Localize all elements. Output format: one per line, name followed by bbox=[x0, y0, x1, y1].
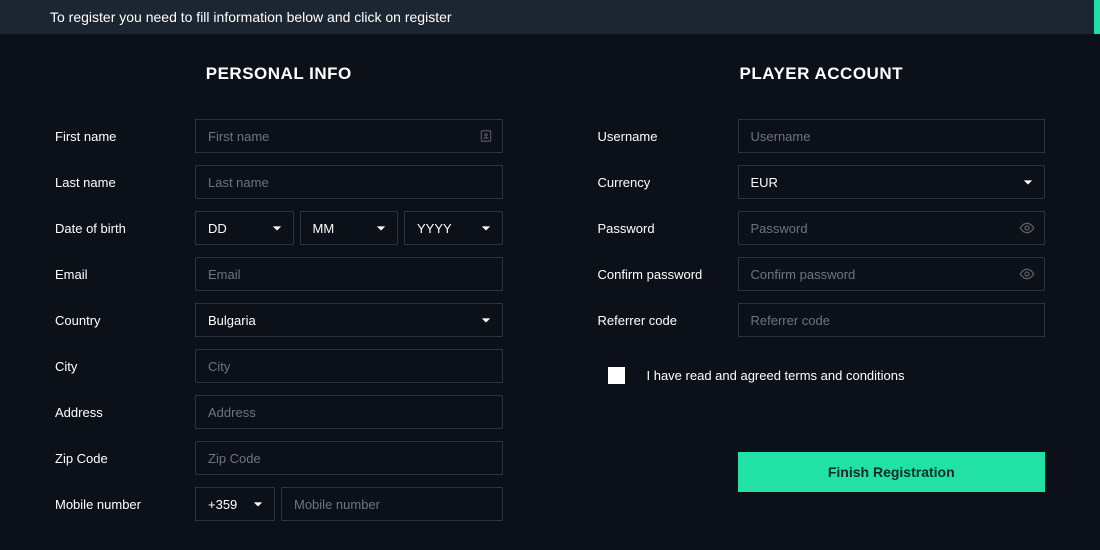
password-row: Password bbox=[598, 211, 1046, 245]
country-row: Country Bulgaria bbox=[55, 303, 503, 337]
contact-card-icon bbox=[479, 129, 493, 143]
first-name-row: First name bbox=[55, 119, 503, 153]
zip-label: Zip Code bbox=[55, 451, 195, 466]
first-name-label: First name bbox=[55, 129, 195, 144]
eye-icon[interactable] bbox=[1019, 266, 1035, 282]
personal-info-section: PERSONAL INFO First name Last name Date … bbox=[55, 64, 503, 533]
country-label: Country bbox=[55, 313, 195, 328]
last-name-input[interactable] bbox=[195, 165, 503, 199]
currency-label: Currency bbox=[598, 175, 738, 190]
mobile-code-select[interactable]: +359 bbox=[195, 487, 275, 521]
terms-row: I have read and agreed terms and conditi… bbox=[608, 367, 1046, 384]
mobile-number-input[interactable] bbox=[281, 487, 503, 521]
password-input[interactable] bbox=[738, 211, 1046, 245]
accent-edge bbox=[1094, 0, 1100, 34]
confirm-password-input[interactable] bbox=[738, 257, 1046, 291]
referrer-label: Referrer code bbox=[598, 313, 738, 328]
dob-month-select[interactable]: MM bbox=[300, 211, 399, 245]
referrer-row: Referrer code bbox=[598, 303, 1046, 337]
address-row: Address bbox=[55, 395, 503, 429]
username-label: Username bbox=[598, 129, 738, 144]
zip-row: Zip Code bbox=[55, 441, 503, 475]
username-input[interactable] bbox=[738, 119, 1046, 153]
city-input[interactable] bbox=[195, 349, 503, 383]
zip-input[interactable] bbox=[195, 441, 503, 475]
confirm-password-label: Confirm password bbox=[598, 267, 738, 282]
country-select[interactable]: Bulgaria bbox=[195, 303, 503, 337]
address-input[interactable] bbox=[195, 395, 503, 429]
personal-info-title: PERSONAL INFO bbox=[55, 64, 503, 84]
terms-checkbox[interactable] bbox=[608, 367, 625, 384]
instruction-text: To register you need to fill information… bbox=[50, 9, 452, 25]
address-label: Address bbox=[55, 405, 195, 420]
finish-registration-button[interactable]: Finish Registration bbox=[738, 452, 1046, 492]
currency-select[interactable]: EUR bbox=[738, 165, 1046, 199]
player-account-title: PLAYER ACCOUNT bbox=[598, 64, 1046, 84]
email-input[interactable] bbox=[195, 257, 503, 291]
referrer-input[interactable] bbox=[738, 303, 1046, 337]
last-name-label: Last name bbox=[55, 175, 195, 190]
confirm-password-row: Confirm password bbox=[598, 257, 1046, 291]
dob-day-select[interactable]: DD bbox=[195, 211, 294, 245]
instruction-bar: To register you need to fill information… bbox=[0, 0, 1100, 34]
dob-label: Date of birth bbox=[55, 221, 195, 236]
email-row: Email bbox=[55, 257, 503, 291]
mobile-label: Mobile number bbox=[55, 497, 195, 512]
email-label: Email bbox=[55, 267, 195, 282]
terms-label: I have read and agreed terms and conditi… bbox=[647, 368, 905, 383]
dob-year-select[interactable]: YYYY bbox=[404, 211, 503, 245]
dob-row: Date of birth DD MM YYYY bbox=[55, 211, 503, 245]
first-name-input[interactable] bbox=[195, 119, 503, 153]
currency-row: Currency EUR bbox=[598, 165, 1046, 199]
eye-icon[interactable] bbox=[1019, 220, 1035, 236]
last-name-row: Last name bbox=[55, 165, 503, 199]
mobile-row: Mobile number +359 bbox=[55, 487, 503, 521]
password-label: Password bbox=[598, 221, 738, 236]
form-content: PERSONAL INFO First name Last name Date … bbox=[0, 34, 1100, 533]
username-row: Username bbox=[598, 119, 1046, 153]
city-row: City bbox=[55, 349, 503, 383]
player-account-section: PLAYER ACCOUNT Username Currency EUR Pas… bbox=[598, 64, 1046, 533]
city-label: City bbox=[55, 359, 195, 374]
